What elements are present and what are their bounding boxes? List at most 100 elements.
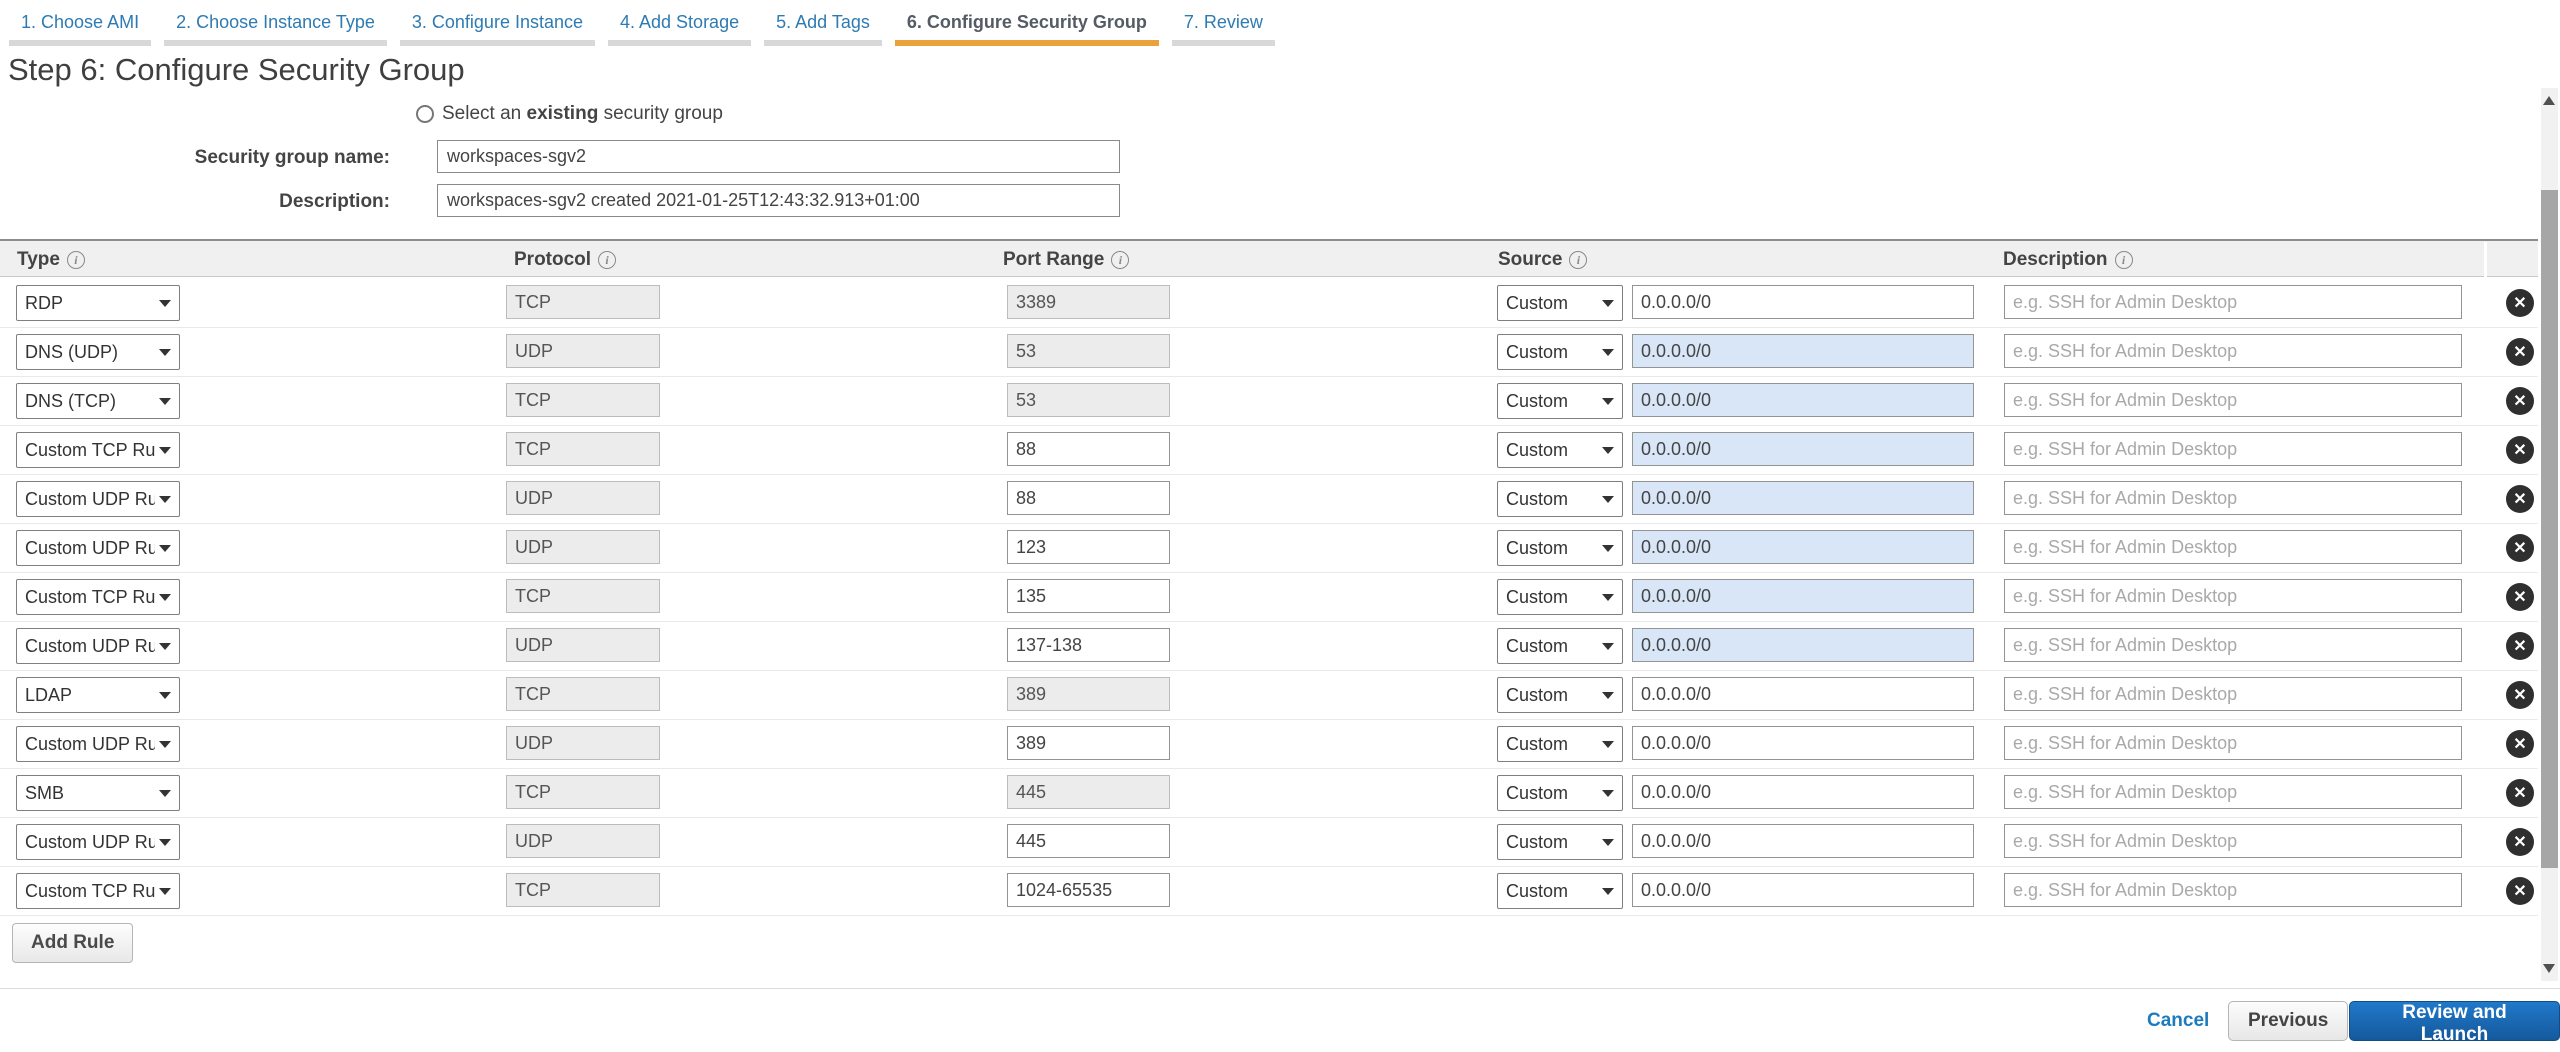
source-mode-select[interactable]: Custom [1497, 873, 1623, 909]
rule-row: Custom UDP Rule Custom ✕ [0, 475, 2538, 524]
delete-rule-icon[interactable]: ✕ [2506, 583, 2534, 611]
port-range-input[interactable] [1007, 432, 1170, 466]
column-header-type: Typei [17, 249, 85, 271]
delete-rule-icon[interactable]: ✕ [2506, 485, 2534, 513]
delete-rule-icon[interactable]: ✕ [2506, 289, 2534, 317]
rule-type-select[interactable]: Custom TCP Rule [16, 579, 180, 615]
rule-description-input[interactable] [2004, 628, 2462, 662]
source-mode-select[interactable]: Custom [1497, 432, 1623, 468]
source-cidr-input[interactable] [1632, 873, 1974, 907]
source-mode-select[interactable]: Custom [1497, 677, 1623, 713]
cancel-link[interactable]: Cancel [2147, 1010, 2209, 1032]
rule-description-input[interactable] [2004, 726, 2462, 760]
port-range-input[interactable] [1007, 628, 1170, 662]
rule-type-select[interactable]: Custom TCP Rule [16, 873, 180, 909]
port-range-info-icon[interactable]: i [1111, 251, 1129, 269]
delete-rule-icon[interactable]: ✕ [2506, 632, 2534, 660]
rule-description-input[interactable] [2004, 285, 2462, 319]
rule-description-input[interactable] [2004, 824, 2462, 858]
port-range-input[interactable] [1007, 530, 1170, 564]
source-cidr-input[interactable] [1632, 824, 1974, 858]
port-range-input[interactable] [1007, 579, 1170, 613]
rule-description-input[interactable] [2004, 481, 2462, 515]
source-mode-select[interactable]: Custom [1497, 285, 1623, 321]
rule-type-select[interactable]: Custom TCP Rule [16, 432, 180, 468]
source-cidr-input[interactable] [1632, 334, 1974, 368]
wizard-tab-active[interactable]: 6. Configure Security Group [895, 0, 1159, 46]
wizard-tab[interactable]: 7. Review [1172, 0, 1275, 46]
rule-description-input[interactable] [2004, 873, 2462, 907]
delete-rule-icon[interactable]: ✕ [2506, 338, 2534, 366]
source-info-icon[interactable]: i [1569, 251, 1587, 269]
scrollbar-thumb[interactable] [2541, 190, 2558, 868]
protocol-info-icon[interactable]: i [598, 251, 616, 269]
previous-button[interactable]: Previous [2228, 1001, 2348, 1041]
source-cidr-input[interactable] [1632, 432, 1974, 466]
source-mode-select[interactable]: Custom [1497, 530, 1623, 566]
wizard-tab[interactable]: 2. Choose Instance Type [164, 0, 387, 46]
rule-type-select[interactable]: Custom UDP Rule [16, 481, 180, 517]
port-range-input[interactable] [1007, 824, 1170, 858]
review-and-launch-button[interactable]: Review and Launch [2349, 1001, 2560, 1041]
vertical-scrollbar[interactable] [2541, 88, 2558, 981]
security-group-name-input[interactable] [437, 140, 1120, 173]
rule-description-input[interactable] [2004, 334, 2462, 368]
source-cidr-input[interactable] [1632, 579, 1974, 613]
source-cidr-input[interactable] [1632, 628, 1974, 662]
source-cidr-input[interactable] [1632, 775, 1974, 809]
protocol-input [506, 530, 660, 564]
type-info-icon[interactable]: i [67, 251, 85, 269]
rule-description-input[interactable] [2004, 383, 2462, 417]
source-mode-select[interactable]: Custom [1497, 726, 1623, 762]
column-header-description: Descriptioni [2003, 249, 2133, 271]
wizard-tab[interactable]: 5. Add Tags [764, 0, 882, 46]
delete-rule-icon[interactable]: ✕ [2506, 779, 2534, 807]
description-input[interactable] [437, 184, 1120, 217]
source-mode-select[interactable]: Custom [1497, 628, 1623, 664]
source-mode-select[interactable]: Custom [1497, 775, 1623, 811]
source-cidr-input[interactable] [1632, 530, 1974, 564]
add-rule-button[interactable]: Add Rule [12, 923, 133, 963]
rule-type-select[interactable]: Custom UDP Rule [16, 726, 180, 762]
wizard-tab[interactable]: 1. Choose AMI [9, 0, 151, 46]
source-cidr-input[interactable] [1632, 481, 1974, 515]
rule-type-select[interactable]: DNS (UDP) [16, 334, 180, 370]
description-info-icon[interactable]: i [2115, 251, 2133, 269]
rule-description-input[interactable] [2004, 677, 2462, 711]
rule-type-select[interactable]: LDAP [16, 677, 180, 713]
delete-rule-icon[interactable]: ✕ [2506, 828, 2534, 856]
source-mode-select[interactable]: Custom [1497, 579, 1623, 615]
delete-rule-icon[interactable]: ✕ [2506, 534, 2534, 562]
existing-security-group-radio[interactable] [416, 105, 434, 123]
source-mode-select[interactable]: Custom [1497, 334, 1623, 370]
source-cidr-input[interactable] [1632, 285, 1974, 319]
delete-rule-icon[interactable]: ✕ [2506, 436, 2534, 464]
wizard-tab[interactable]: 3. Configure Instance [400, 0, 595, 46]
port-range-input[interactable] [1007, 726, 1170, 760]
rule-description-input[interactable] [2004, 530, 2462, 564]
rule-type-select[interactable]: RDP [16, 285, 180, 321]
source-mode-select[interactable]: Custom [1497, 383, 1623, 419]
delete-rule-icon[interactable]: ✕ [2506, 730, 2534, 758]
source-mode-select[interactable]: Custom [1497, 824, 1623, 860]
source-cidr-input[interactable] [1632, 677, 1974, 711]
rule-type-select[interactable]: DNS (TCP) [16, 383, 180, 419]
rule-type-select[interactable]: Custom UDP Rule [16, 530, 180, 566]
delete-rule-icon[interactable]: ✕ [2506, 681, 2534, 709]
rule-type-select[interactable]: Custom UDP Rule [16, 628, 180, 664]
delete-rule-icon[interactable]: ✕ [2506, 387, 2534, 415]
source-cidr-input[interactable] [1632, 726, 1974, 760]
rule-type-select[interactable]: Custom UDP Rule [16, 824, 180, 860]
delete-rule-icon[interactable]: ✕ [2506, 877, 2534, 905]
source-cidr-input[interactable] [1632, 383, 1974, 417]
rule-description-input[interactable] [2004, 432, 2462, 466]
rule-type-select[interactable]: SMB [16, 775, 180, 811]
wizard-tab[interactable]: 4. Add Storage [608, 0, 751, 46]
source-mode-select[interactable]: Custom [1497, 481, 1623, 517]
scroll-up-arrow-icon[interactable] [2543, 96, 2555, 105]
scroll-down-arrow-icon[interactable] [2543, 964, 2555, 973]
port-range-input[interactable] [1007, 873, 1170, 907]
rule-description-input[interactable] [2004, 775, 2462, 809]
rule-description-input[interactable] [2004, 579, 2462, 613]
port-range-input[interactable] [1007, 481, 1170, 515]
